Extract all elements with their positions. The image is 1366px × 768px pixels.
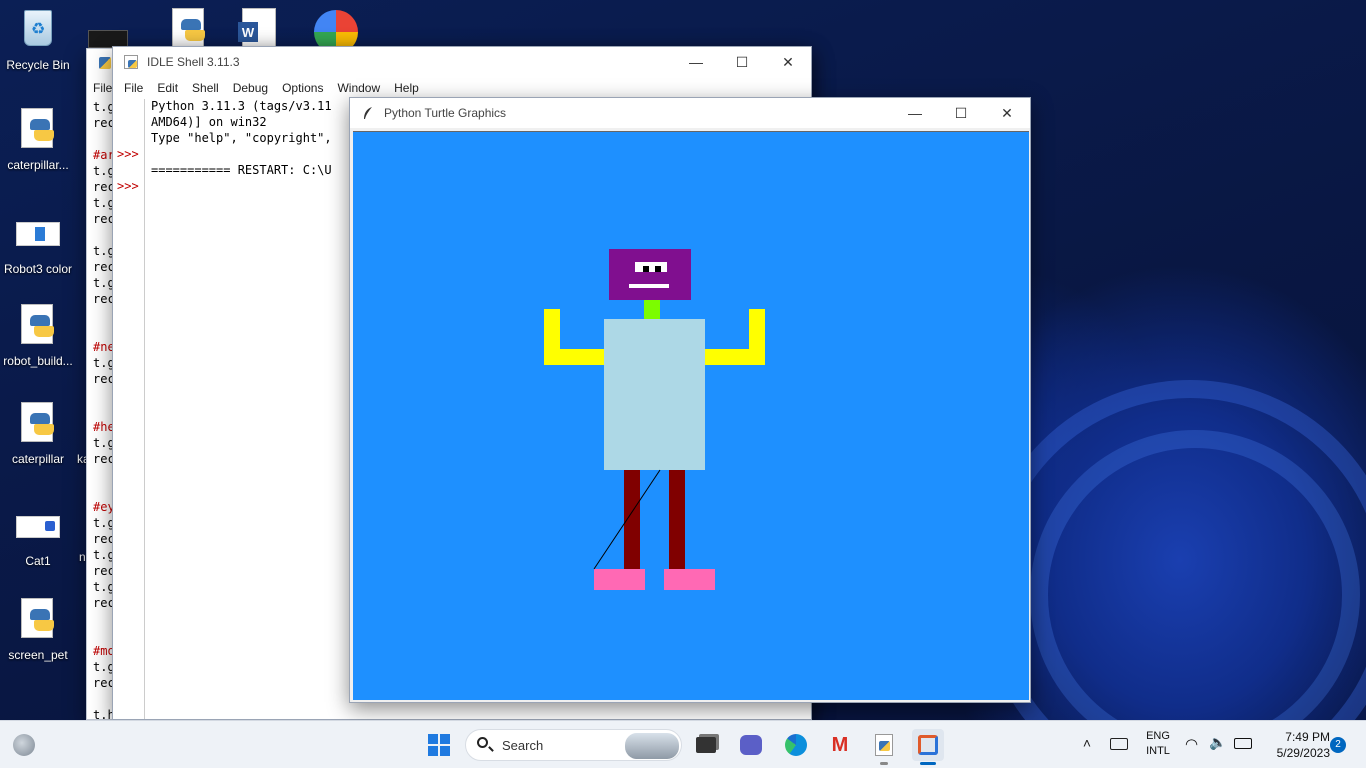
file-explorer-button[interactable] [690,729,722,761]
turtle-stray-line [593,469,661,570]
shell-line: Type "help", "copyright", [151,131,332,145]
shell-line: Python 3.11.3 (tags/v3.11 [151,99,332,113]
desktop-icon-partial-label: n [79,550,86,564]
clock[interactable]: 7:49 PM 5/29/2023 [1262,729,1330,761]
maximize-button[interactable]: ☐ [938,98,984,128]
image-thumbnail-icon [16,516,60,538]
python-file-icon [21,108,54,148]
python-file-icon [21,402,54,442]
gmail-button[interactable]: M [824,729,856,761]
shell-prompt: >>> [117,147,139,161]
desktop-icon-partial-photos[interactable] [314,8,360,54]
desktop-icon-robot3-color[interactable]: Robot3 color [0,212,76,276]
python-file-icon [21,598,54,638]
desktop-icon-label: caterpillar [11,452,65,466]
show-hidden-icons-button[interactable]: ˄ [1078,735,1096,753]
menu-help[interactable]: Help [387,81,426,95]
shell-line: AMD64)] on win32 [151,115,267,129]
turtle-graphics-window[interactable]: Python Turtle Graphics — ☐ ✕ [349,97,1031,703]
edge-icon [785,734,807,756]
idle-shell-titlebar[interactable]: IDLE Shell 3.11.3 — ☐ ✕ [113,47,811,77]
search-icon [476,736,494,754]
desktop-icon-caterpillar-2[interactable]: caterpillar [0,402,76,466]
turtle-canvas[interactable] [353,131,1029,700]
turtle-titlebar[interactable]: Python Turtle Graphics — ☐ ✕ [350,98,1030,128]
search-placeholder: Search [502,737,544,753]
menu-options[interactable]: Options [275,81,330,95]
volume-icon[interactable]: 🔈 [1209,734,1226,751]
snipping-tool-icon [918,735,938,755]
desktop-icon-caterpillar-1[interactable]: caterpillar... [0,108,76,172]
feather-icon [360,105,376,121]
search-highlight-image [625,733,679,759]
keyboard-icon[interactable] [1110,738,1128,750]
python-idle-icon [875,734,893,756]
taskbar-search-box[interactable]: Search [465,729,682,761]
language-code: ENG [1146,730,1170,742]
minimize-button[interactable]: — [892,98,938,128]
desktop-icon-robot-build[interactable]: robot_build... [0,304,76,368]
menu-file[interactable]: File [117,81,150,95]
notification-badge[interactable]: 2 [1330,737,1346,753]
language-indicator[interactable]: ENG INTL [1138,729,1178,759]
start-button[interactable] [423,729,455,761]
wifi-icon[interactable]: ◠ [1185,735,1198,753]
weather-icon [13,734,35,756]
maximize-button[interactable]: ☐ [719,47,765,77]
menu-debug[interactable]: Debug [226,81,275,95]
desktop-icon-screen-pet[interactable]: screen_pet [0,598,76,662]
desktop-icon-cat1[interactable]: Cat1 [0,504,76,568]
edge-button[interactable] [780,729,812,761]
teams-chat-button[interactable] [735,729,767,761]
close-button[interactable]: ✕ [984,98,1030,128]
minimize-button[interactable]: — [673,47,719,77]
desktop-icon-label: Robot3 color [3,262,73,276]
python-icon [97,55,113,71]
idle-shell-menubar: File Edit Shell Debug Options Window Hel… [113,77,811,99]
clock-time: 7:49 PM [1285,730,1330,744]
teams-chat-icon [740,735,762,755]
python-idle-icon [123,54,139,70]
file-explorer-icon [696,737,716,753]
python-file-icon [21,304,54,344]
desktop-icon-partial-python[interactable] [172,8,212,48]
start-icon [428,734,450,756]
menu-shell[interactable]: Shell [185,81,226,95]
clock-date: 5/29/2023 [1276,746,1330,760]
python-idle-button[interactable] [868,729,900,765]
battery-icon[interactable] [1234,738,1252,749]
image-thumbnail-icon [16,222,60,246]
desktop-icon-partial-word[interactable]: W [238,8,278,48]
taskbar: Search M ˄ ENG INTL ◠ 🔈 7:49 PM 5/29/202… [0,720,1366,768]
snipping-tool-button[interactable] [912,729,944,765]
shell-line: =========== RESTART: C:\U [151,163,332,177]
recycle-bin-icon: ♻ [24,10,52,46]
wallpaper-bloom [1030,430,1360,760]
menu-window[interactable]: Window [330,81,387,95]
shell-gutter: >>> >>> [113,99,145,719]
window-title: Python Turtle Graphics [384,106,507,120]
close-button[interactable]: ✕ [765,47,811,77]
desktop-icon-label: screen_pet [8,648,68,662]
shell-prompt: >>> [117,179,139,193]
keyboard-layout: INTL [1146,745,1170,757]
widgets-button[interactable] [8,729,40,761]
desktop-icon-label: Cat1 [25,554,51,568]
window-title: IDLE Shell 3.11.3 [147,55,240,69]
desktop-icon-recycle-bin[interactable]: ♻ Recycle Bin [0,8,76,72]
desktop-icon-label: robot_build... [3,354,73,368]
desktop-icon-label: Recycle Bin [6,58,70,72]
menu-edit[interactable]: Edit [150,81,185,95]
desktop-icon-label: caterpillar... [7,158,69,172]
gmail-icon: M [831,733,849,756]
